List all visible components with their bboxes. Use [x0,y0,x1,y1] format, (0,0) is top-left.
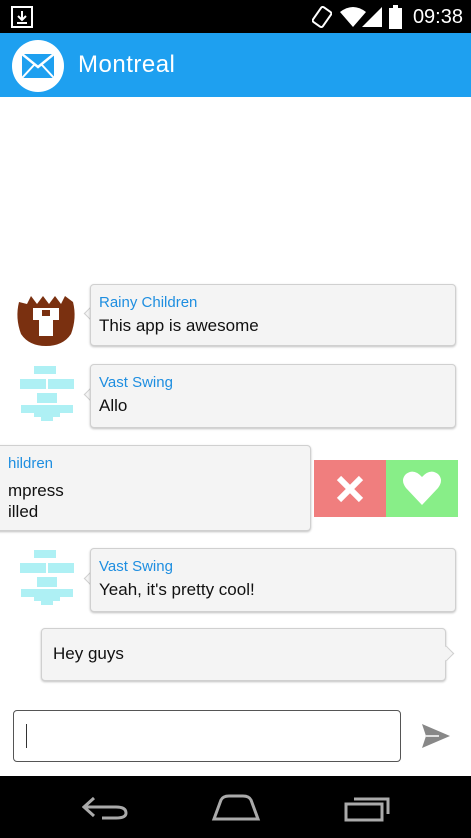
recents-icon[interactable] [344,794,392,822]
heart-icon [403,471,441,505]
home-icon[interactable] [211,794,261,822]
nav-bar [0,776,471,838]
avatar-rainy-children [17,296,75,346]
message-bubble-swiped[interactable]: hildren mpress illed [0,445,311,531]
back-icon[interactable] [82,796,128,820]
status-bar: 09:38 [0,0,471,33]
close-icon [336,475,364,503]
avatar-vast-swing [20,550,74,605]
dismiss-button[interactable] [314,460,386,517]
status-time: 09:38 [412,6,463,28]
app-bar: Montreal [0,33,471,97]
message-text-line-2: illed [8,502,39,521]
send-icon[interactable] [421,723,451,749]
message-text-line-1: mpress [8,481,64,500]
envelope-icon [22,54,54,78]
own-message-bubble[interactable]: Hey guys [41,628,446,681]
message-text: Hey guys [53,644,124,663]
message-text: This app is awesome [99,316,259,335]
message-bubble[interactable]: Vast Swing Allo [90,364,456,428]
message-bubble[interactable]: Rainy Children This app is awesome [90,284,456,346]
text-cursor [26,724,27,748]
sender-name: Vast Swing [99,558,173,575]
app-title: Montreal [78,51,176,78]
download-icon [11,6,33,28]
like-button[interactable] [386,460,458,517]
sender-name: Vast Swing [99,374,173,391]
message-text: Allo [99,396,128,415]
message-bubble[interactable]: Vast Swing Yeah, it's pretty cool! [90,548,456,612]
message-text: Yeah, it's pretty cool! [99,580,255,599]
app-logo[interactable] [12,40,64,92]
avatar-vast-swing [20,366,74,421]
signal-icon [362,7,382,27]
sender-name: hildren [8,455,54,472]
battery-icon [389,5,402,29]
message-input[interactable] [13,710,401,762]
rotate-icon [312,5,332,29]
sender-name: Rainy Children [99,294,198,311]
